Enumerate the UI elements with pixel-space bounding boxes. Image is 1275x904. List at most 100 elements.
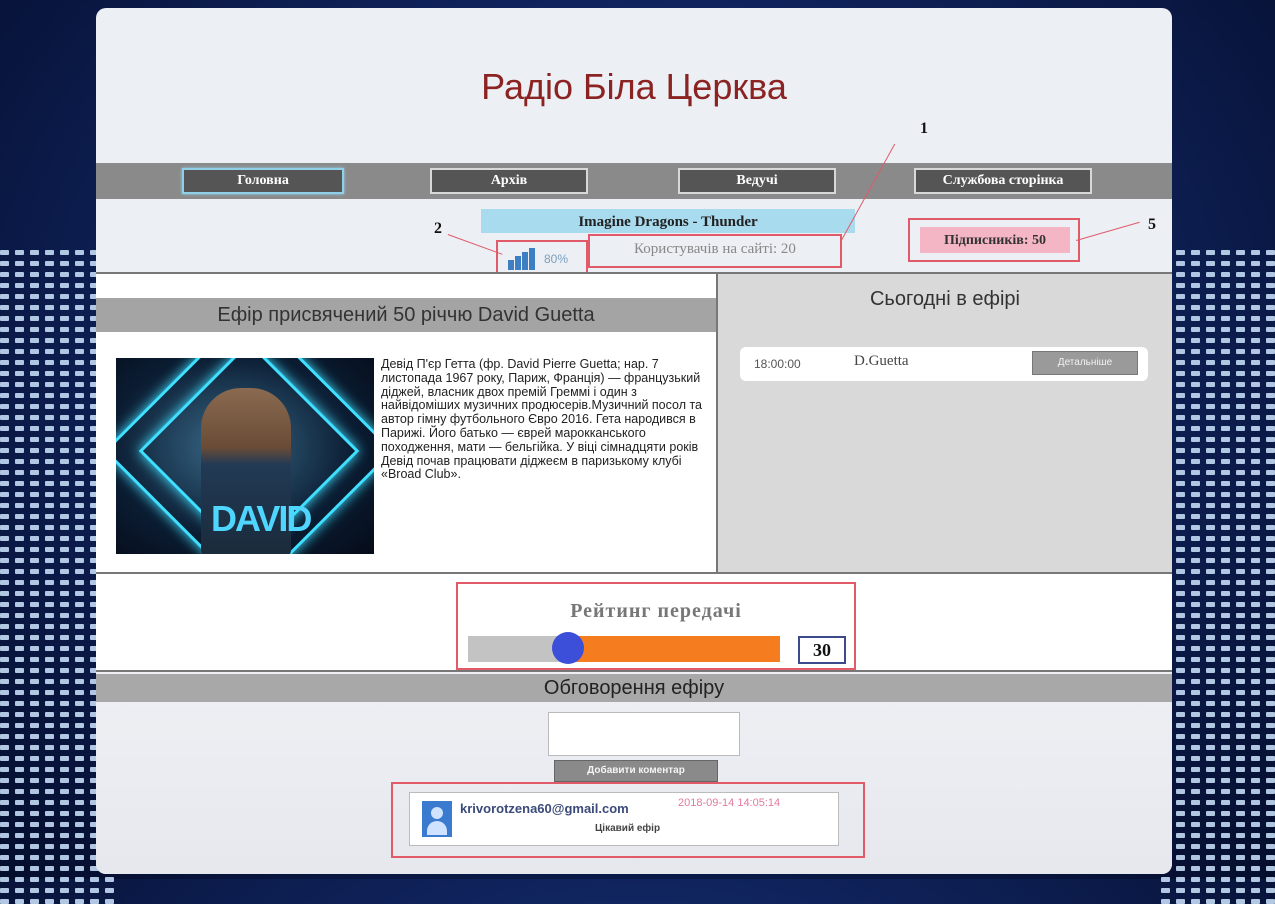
equalizer-dot	[1176, 877, 1185, 882]
equalizer-dot	[60, 899, 69, 904]
equalizer-dot	[1161, 899, 1170, 904]
equalizer-dot	[1176, 789, 1185, 794]
equalizer-dot	[1251, 899, 1260, 904]
equalizer-dot	[1176, 833, 1185, 838]
equalizer-dot	[30, 437, 39, 442]
equalizer-dot	[1221, 316, 1230, 321]
equalizer-dot	[1251, 437, 1260, 442]
equalizer-dot	[45, 877, 54, 882]
equalizer-dot	[1266, 822, 1275, 827]
equalizer-dot	[1251, 591, 1260, 596]
equalizer-dot	[0, 481, 9, 486]
equalizer-dot	[1221, 635, 1230, 640]
equalizer-dot	[30, 602, 39, 607]
equalizer-dot	[75, 503, 84, 508]
nav-item-archive[interactable]: Архів	[430, 168, 588, 194]
equalizer-dot	[30, 778, 39, 783]
equalizer-dot	[75, 261, 84, 266]
details-button[interactable]: Детальніше	[1032, 351, 1138, 375]
equalizer-dot	[30, 811, 39, 816]
equalizer-dot	[1176, 679, 1185, 684]
equalizer-dot	[1191, 701, 1200, 706]
equalizer-dot	[60, 514, 69, 519]
volume-indicator[interactable]: 80%	[496, 240, 588, 276]
equalizer-dot	[45, 547, 54, 552]
equalizer-dot	[60, 481, 69, 486]
equalizer-dot	[15, 712, 24, 717]
equalizer-dot	[1206, 327, 1215, 332]
nav-item-home[interactable]: Головна	[182, 168, 344, 194]
users-online-count: Користувачів на сайті: 20	[588, 234, 842, 268]
equalizer-dot	[75, 547, 84, 552]
equalizer-dot	[1206, 756, 1215, 761]
equalizer-dot	[1251, 800, 1260, 805]
equalizer-dot	[1176, 613, 1185, 618]
page-container: Радіо Біла Церква Головна Архів Ведучі С…	[96, 8, 1172, 874]
equalizer-dot	[1191, 833, 1200, 838]
equalizer-dot	[1176, 866, 1185, 871]
feature-panel: Ефір присвячений 50 річчю David Guetta D…	[96, 272, 718, 574]
equalizer-dot	[45, 558, 54, 563]
comment-text: Цікавий ефір	[595, 823, 661, 834]
equalizer-dot	[45, 745, 54, 750]
equalizer-dot	[1221, 844, 1230, 849]
equalizer-dot	[1206, 679, 1215, 684]
equalizer-dot	[1221, 591, 1230, 596]
rating-slider[interactable]	[468, 632, 780, 664]
nav-item-hosts[interactable]: Ведучі	[678, 168, 836, 194]
discussion-section: Обговорення ефіру Добавити коментар kriv…	[96, 670, 1172, 874]
equalizer-dot	[1176, 547, 1185, 552]
equalizer-dot	[1191, 569, 1200, 574]
equalizer-dot	[75, 393, 84, 398]
equalizer-dot	[1191, 602, 1200, 607]
equalizer-dot	[45, 679, 54, 684]
equalizer-dot	[1236, 734, 1245, 739]
equalizer-dot	[1221, 382, 1230, 387]
equalizer-dot	[0, 712, 9, 717]
equalizer-dot	[1191, 514, 1200, 519]
comment-input[interactable]	[548, 712, 740, 756]
feature-photo-logo-text: DAVID	[211, 498, 312, 539]
add-comment-button[interactable]: Добавити коментар	[554, 760, 718, 782]
equalizer-dot	[45, 349, 54, 354]
equalizer-dot	[30, 690, 39, 695]
equalizer-dot	[1251, 272, 1260, 277]
equalizer-dot	[15, 404, 24, 409]
equalizer-dot	[1191, 778, 1200, 783]
equalizer-dot	[15, 349, 24, 354]
equalizer-dot	[60, 272, 69, 277]
equalizer-dot	[45, 756, 54, 761]
equalizer-dot	[45, 822, 54, 827]
equalizer-dot	[1176, 778, 1185, 783]
equalizer-dot	[30, 382, 39, 387]
equalizer-dot	[1176, 404, 1185, 409]
equalizer-dot	[1191, 723, 1200, 728]
equalizer-dot	[30, 371, 39, 376]
equalizer-dot	[15, 437, 24, 442]
rating-box: Рейтинг передачі 30	[456, 582, 856, 670]
equalizer-dot	[1221, 294, 1230, 299]
equalizer-dot	[75, 833, 84, 838]
equalizer-dot	[1221, 261, 1230, 266]
equalizer-dot	[1191, 657, 1200, 662]
rating-slider-thumb[interactable]	[552, 632, 584, 664]
equalizer-dot	[1251, 536, 1260, 541]
equalizer-dot	[60, 745, 69, 750]
equalizer-dot	[105, 877, 114, 882]
equalizer-dot	[0, 470, 9, 475]
equalizer-dot	[0, 734, 9, 739]
equalizer-dot	[75, 404, 84, 409]
equalizer-dot	[1266, 723, 1275, 728]
equalizer-dot	[1176, 822, 1185, 827]
equalizer-dot	[60, 778, 69, 783]
equalizer-dot	[1236, 536, 1245, 541]
equalizer-dot	[1221, 415, 1230, 420]
equalizer-dot	[15, 668, 24, 673]
equalizer-dot	[1191, 690, 1200, 695]
equalizer-dot	[30, 712, 39, 717]
equalizer-dot	[1236, 470, 1245, 475]
equalizer-dot	[75, 360, 84, 365]
equalizer-dot	[0, 250, 9, 255]
nav-item-service-page[interactable]: Службова сторінка	[914, 168, 1092, 194]
equalizer-dot	[90, 899, 99, 904]
